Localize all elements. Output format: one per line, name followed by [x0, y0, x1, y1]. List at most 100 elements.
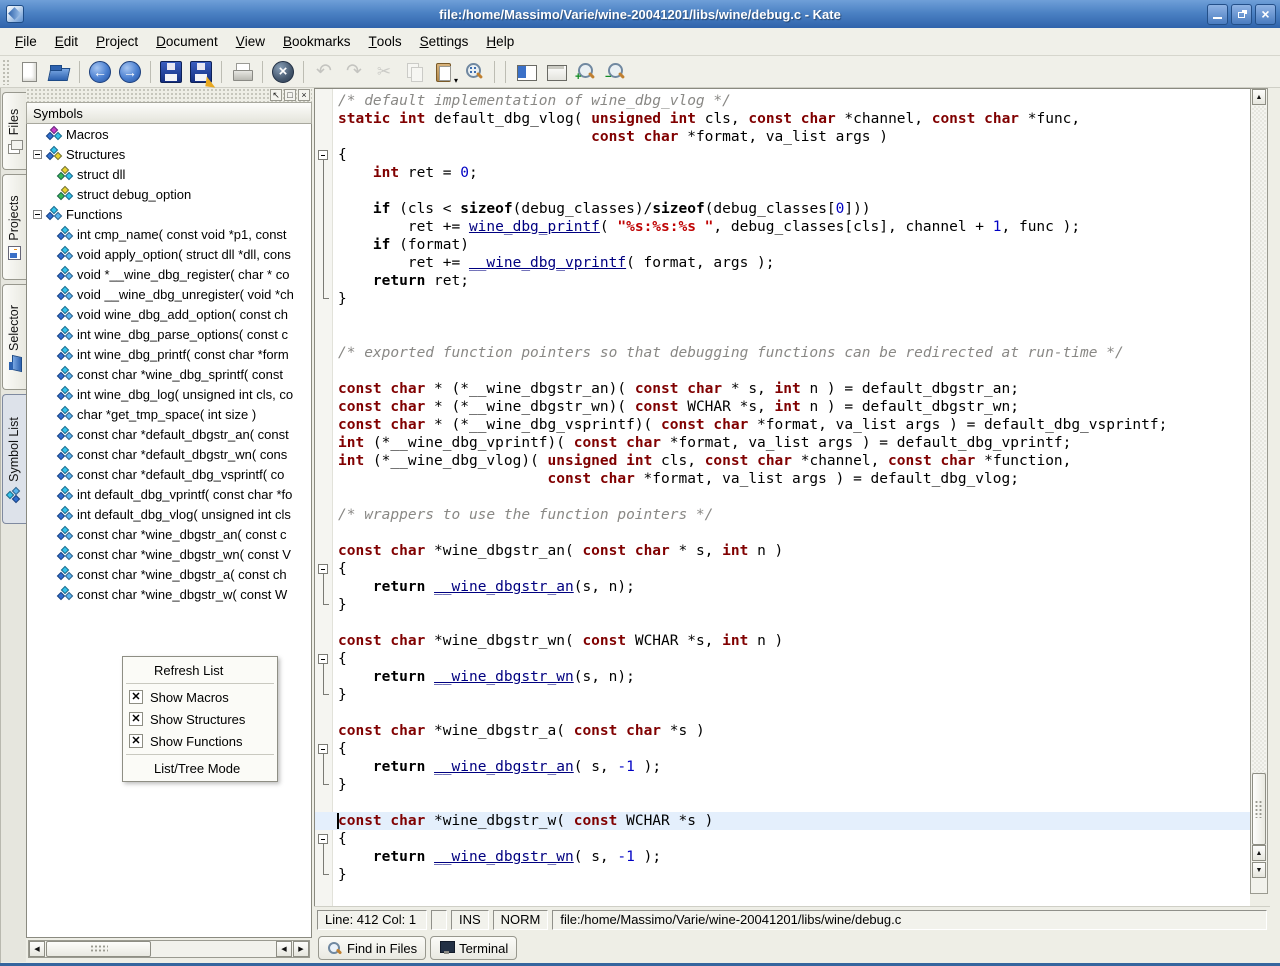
- context-menu-item-show-structures[interactable]: ✕Show Structures: [123, 708, 277, 730]
- minimize-button[interactable]: [1207, 4, 1228, 25]
- tree-item-int-default-dbg-vprintf-const-char-fo[interactable]: int default_dbg_vprintf( const char *fo: [27, 484, 311, 504]
- checkbox-checked-icon[interactable]: ✕: [129, 734, 143, 748]
- editor-vertical-scrollbar[interactable]: ▲ ▲ ▼: [1250, 88, 1268, 894]
- function-icon: [57, 247, 73, 261]
- checkbox-checked-icon[interactable]: ✕: [129, 690, 143, 704]
- dock-drag-handle[interactable]: ↖ □ ×: [26, 88, 312, 102]
- print-button[interactable]: [228, 58, 256, 86]
- fold-marker-cell[interactable]: [315, 560, 333, 578]
- symbols-tree[interactable]: MacrosStructuresstruct dllstruct debug_o…: [26, 124, 312, 938]
- tree-item-int-wine-dbg-parse-options-const-c[interactable]: int wine_dbg_parse_options( const c: [27, 324, 311, 344]
- code-line: int (*__wine_dbg_vprintf)( const char *f…: [315, 434, 1250, 452]
- menu-edit[interactable]: Edit: [46, 28, 87, 55]
- sidebar-tab-files[interactable]: Files: [2, 92, 26, 170]
- tree-item-functions[interactable]: Functions: [27, 204, 311, 224]
- forward-button[interactable]: [116, 58, 144, 86]
- tree-item-void-wine-dbg-add-option-const-ch[interactable]: void wine_dbg_add_option( const ch: [27, 304, 311, 324]
- menu-settings[interactable]: Settings: [411, 28, 478, 55]
- tree-item-int-wine-dbg-printf-const-char-form[interactable]: int wine_dbg_printf( const char *form: [27, 344, 311, 364]
- find-button[interactable]: [460, 58, 488, 86]
- close-button[interactable]: ×: [1255, 4, 1276, 25]
- fold-marker-cell[interactable]: [315, 650, 333, 668]
- tree-item-struct-debug-option[interactable]: struct debug_option: [27, 184, 311, 204]
- horizontal-scroll-thumb[interactable]: [46, 941, 151, 957]
- zoom-in-button[interactable]: +: [572, 58, 600, 86]
- back-button[interactable]: [86, 58, 114, 86]
- open-document-button[interactable]: [45, 58, 73, 86]
- save-as-button[interactable]: [187, 58, 215, 86]
- scroll-left-button[interactable]: ◀: [29, 941, 45, 957]
- tool-tab-terminal[interactable]: Terminal: [430, 936, 517, 960]
- title-bar[interactable]: file:/home/Massimo/Varie/wine-20041201/l…: [0, 0, 1280, 28]
- zoom-out-button[interactable]: −: [602, 58, 630, 86]
- tree-item-void-wine-dbg-register-char-co[interactable]: void *__wine_dbg_register( char * co: [27, 264, 311, 284]
- tree-item-structures[interactable]: Structures: [27, 144, 311, 164]
- fold-line: [323, 578, 324, 596]
- tree-item-const-char-wine-dbgstr-a-const-ch[interactable]: const char *wine_dbgstr_a( const ch: [27, 564, 311, 584]
- fold-marker-cell[interactable]: [315, 740, 333, 758]
- tree-item-const-char-wine-dbgstr-an-const-c[interactable]: const char *wine_dbgstr_an( const c: [27, 524, 311, 544]
- checkbox-checked-icon[interactable]: ✕: [129, 712, 143, 726]
- fold-marker-cell[interactable]: [315, 830, 333, 848]
- context-menu-item-refresh-list[interactable]: Refresh List: [123, 659, 277, 681]
- sidebar-tab-selector[interactable]: Selector: [2, 284, 26, 390]
- tree-item-const-char-default-dbgstr-an-const[interactable]: const char *default_dbgstr_an( const: [27, 424, 311, 444]
- fold-collapse-icon[interactable]: [318, 150, 328, 160]
- tree-item-const-char-default-dbgstr-wn-cons[interactable]: const char *default_dbgstr_wn( cons: [27, 444, 311, 464]
- context-menu-item-show-macros[interactable]: ✕Show Macros: [123, 686, 277, 708]
- sidebar-tab-projects[interactable]: Projects: [2, 174, 26, 280]
- tree-item-int-cmp-name-const-void-p1-const[interactable]: int cmp_name( const void *p1, const: [27, 224, 311, 244]
- toolbar-drag-handle[interactable]: [2, 59, 10, 85]
- fold-collapse-icon[interactable]: [318, 834, 328, 844]
- vertical-scroll-track[interactable]: [1252, 106, 1266, 844]
- vertical-scroll-thumb[interactable]: [1252, 773, 1266, 845]
- menu-help[interactable]: Help: [477, 28, 523, 55]
- dock-maximize-button[interactable]: □: [284, 89, 296, 101]
- close-view-button[interactable]: [542, 58, 570, 86]
- new-document-button[interactable]: [15, 58, 43, 86]
- symbols-horizontal-scrollbar[interactable]: ◀ ◀ ▶: [28, 940, 310, 958]
- tree-item-macros[interactable]: Macros: [27, 124, 311, 144]
- dock-close-button[interactable]: ×: [298, 89, 310, 101]
- paste-button[interactable]: ▾: [430, 58, 458, 86]
- tree-item-const-char-wine-dbgstr-w-const-w[interactable]: const char *wine_dbgstr_w( const W: [27, 584, 311, 604]
- code-area[interactable]: /* default implementation of wine_dbg_vl…: [315, 92, 1250, 884]
- tool-tab-find-in-files[interactable]: Find in Files: [318, 936, 426, 960]
- menu-document[interactable]: Document: [147, 28, 227, 55]
- dock-restore-button[interactable]: ↖: [270, 89, 282, 101]
- fold-collapse-icon[interactable]: [318, 654, 328, 664]
- tree-item-void-apply-option-struct-dll-dll-cons[interactable]: void apply_option( struct dll *dll, cons: [27, 244, 311, 264]
- scroll-right-button[interactable]: ▶: [293, 941, 309, 957]
- tree-item-const-char-wine-dbg-sprintf-const[interactable]: const char *wine_dbg_sprintf( const: [27, 364, 311, 384]
- collapse-expander-icon[interactable]: [33, 150, 42, 159]
- menu-file[interactable]: File: [6, 28, 46, 55]
- scroll-left-button-2[interactable]: ◀: [276, 941, 292, 957]
- fold-collapse-icon[interactable]: [318, 564, 328, 574]
- tree-item-char-get-tmp-space-int-size[interactable]: char *get_tmp_space( int size ): [27, 404, 311, 424]
- menu-bookmarks[interactable]: Bookmarks: [274, 28, 360, 55]
- code-line: return __wine_dbgstr_an( s, -1 );: [315, 758, 1250, 776]
- collapse-expander-icon[interactable]: [33, 210, 42, 219]
- stop-button[interactable]: [269, 58, 297, 86]
- tree-item-const-char-wine-dbgstr-wn-const-v[interactable]: const char *wine_dbgstr_wn( const V: [27, 544, 311, 564]
- restore-button[interactable]: [1231, 4, 1252, 25]
- context-menu-item-show-functions[interactable]: ✕Show Functions: [123, 730, 277, 752]
- scroll-up-button[interactable]: ▲: [1252, 89, 1266, 105]
- split-view-button[interactable]: [512, 58, 540, 86]
- fold-marker-cell[interactable]: [315, 146, 333, 164]
- tree-item-const-char-default-dbg-vsprintf-co[interactable]: const char *default_dbg_vsprintf( co: [27, 464, 311, 484]
- tree-item-void-wine-dbg-unregister-void-ch[interactable]: void __wine_dbg_unregister( void *ch: [27, 284, 311, 304]
- menu-project[interactable]: Project: [87, 28, 147, 55]
- scroll-down-button[interactable]: ▼: [1252, 862, 1266, 878]
- tree-item-struct-dll[interactable]: struct dll: [27, 164, 311, 184]
- fold-collapse-icon[interactable]: [318, 744, 328, 754]
- save-button[interactable]: [157, 58, 185, 86]
- context-menu-item-list-tree-mode[interactable]: List/Tree Mode: [123, 757, 277, 779]
- tree-item-int-default-dbg-vlog-unsigned-int-cls[interactable]: int default_dbg_vlog( unsigned int cls: [27, 504, 311, 524]
- scroll-up-button-2[interactable]: ▲: [1252, 845, 1266, 861]
- menu-view[interactable]: View: [227, 28, 274, 55]
- menu-tools[interactable]: Tools: [360, 28, 411, 55]
- text-editor-view[interactable]: /* default implementation of wine_dbg_vl…: [314, 88, 1250, 906]
- tree-item-int-wine-dbg-log-unsigned-int-cls-co[interactable]: int wine_dbg_log( unsigned int cls, co: [27, 384, 311, 404]
- sidebar-tab-symbol-list[interactable]: Symbol List: [2, 394, 26, 524]
